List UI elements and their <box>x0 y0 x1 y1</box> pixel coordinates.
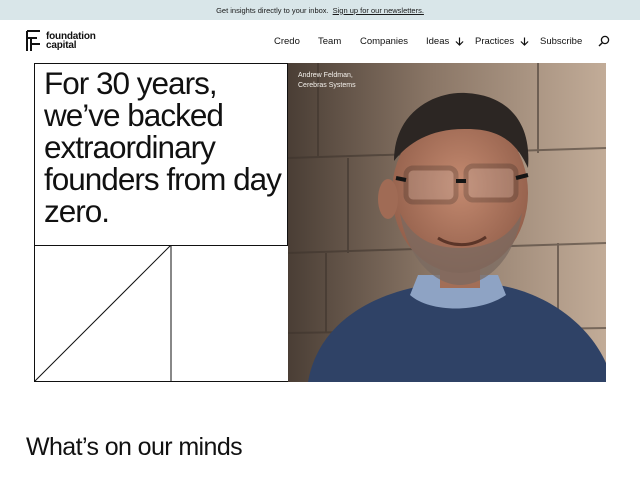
logo-mark-icon <box>26 30 40 51</box>
nav-credo-label: Credo <box>274 36 300 47</box>
caption-name: Andrew Feldman, <box>298 72 353 79</box>
nav-credo[interactable]: Credo <box>274 36 300 47</box>
logo[interactable]: foundation capital <box>25 30 96 52</box>
newsletter-banner: Get insights directly to your inbox. Sig… <box>0 0 640 20</box>
nav-subscribe-label: Subscribe <box>540 36 583 47</box>
hero-line-diagram <box>34 245 172 382</box>
newsletter-signup-link[interactable]: Sign up for our newsletters. <box>333 6 424 15</box>
caption-company: Cerebras Systems <box>298 82 356 89</box>
nav-subscribe[interactable]: Subscribe <box>540 36 582 47</box>
banner-text: Get insights directly to your inbox. <box>216 5 329 15</box>
section-title: What’s on our minds <box>26 433 243 461</box>
logo-line-2: capital <box>46 40 77 51</box>
nav-team-label: Team <box>318 36 342 47</box>
top-navigation: foundation capital Credo Team Companies … <box>0 20 640 63</box>
nav-practices[interactable]: Practices <box>475 36 529 47</box>
photo-caption: Andrew Feldman, Cerebras Systems <box>298 71 356 91</box>
portrait-image <box>288 63 606 382</box>
nav-practices-label: Practices <box>475 36 515 47</box>
hero-headline: For 30 years, we’ve backed extraordinary… <box>44 65 282 229</box>
chevron-down-icon <box>455 37 464 46</box>
chevron-down-icon <box>520 37 529 46</box>
logo-wordmark: foundation capital <box>46 31 96 51</box>
nav-companies[interactable]: Companies <box>360 36 408 47</box>
nav-ideas[interactable]: Ideas <box>426 36 464 47</box>
hero-portrait-photo <box>288 63 606 382</box>
nav-ideas-label: Ideas <box>426 36 450 47</box>
nav-companies-label: Companies <box>360 36 409 47</box>
nav-team[interactable]: Team <box>318 36 341 47</box>
search-icon[interactable] <box>598 35 610 47</box>
